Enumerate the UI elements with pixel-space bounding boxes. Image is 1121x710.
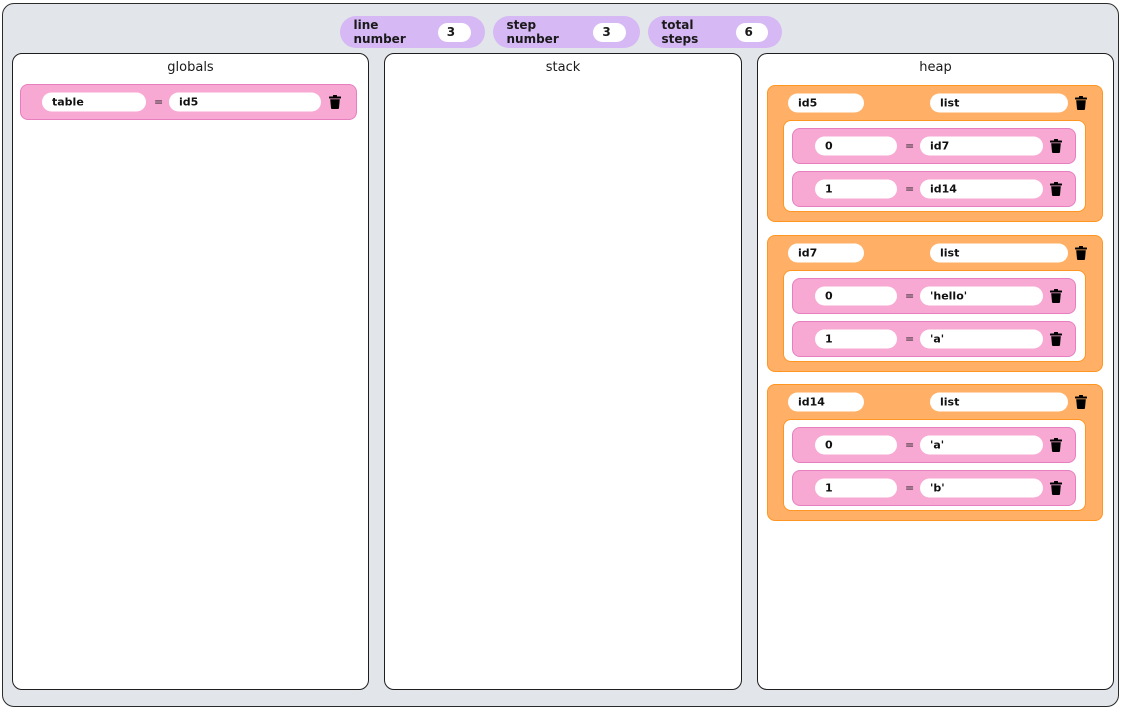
globals-title: globals bbox=[167, 60, 214, 75]
stack-panel: stack bbox=[384, 53, 742, 690]
heap-object: id14 list 0 = 'a' 1 = 'b' bbox=[767, 384, 1103, 521]
heap-object-header: id14 list bbox=[768, 385, 1102, 419]
trash-icon[interactable] bbox=[329, 95, 341, 109]
list-value-field[interactable]: id14 bbox=[920, 179, 1043, 199]
equals-sign: = bbox=[905, 139, 915, 153]
step-number-value[interactable]: 3 bbox=[593, 22, 626, 42]
heap-object-type-field[interactable]: list bbox=[930, 392, 1068, 412]
line-number-pill: line number 3 bbox=[339, 16, 485, 48]
equals-sign: = bbox=[905, 182, 915, 196]
trash-icon[interactable] bbox=[1050, 139, 1062, 153]
memory-visualizer: line number 3 step number 3 total steps … bbox=[0, 0, 1121, 710]
list-index-field[interactable]: 1 bbox=[815, 329, 897, 349]
list-item-row: 0 = id7 bbox=[792, 128, 1076, 164]
trash-icon[interactable] bbox=[1050, 289, 1062, 303]
list-value-field[interactable]: 'b' bbox=[920, 478, 1043, 498]
total-steps-value[interactable]: 6 bbox=[735, 22, 768, 42]
trash-icon[interactable] bbox=[1050, 182, 1062, 196]
equals-sign: = bbox=[905, 332, 915, 346]
heap-object-items: 0 = id7 1 = id14 bbox=[783, 120, 1086, 212]
trash-icon[interactable] bbox=[1075, 395, 1087, 409]
list-index-field[interactable]: 0 bbox=[815, 136, 897, 156]
heap-object-items: 0 = 'a' 1 = 'b' bbox=[783, 419, 1086, 511]
heap-object: id5 list 0 = id7 1 = id14 bbox=[767, 85, 1103, 222]
list-value-field[interactable]: id7 bbox=[920, 136, 1043, 156]
total-steps-label: total steps bbox=[661, 18, 699, 46]
line-number-value[interactable]: 3 bbox=[437, 22, 471, 42]
heap-object-header: id7 list bbox=[768, 236, 1102, 270]
heap-panel: heap id5 list 0 = id7 1 = id14 id7 list … bbox=[757, 53, 1114, 690]
total-steps-pill: total steps 6 bbox=[647, 16, 782, 48]
trash-icon[interactable] bbox=[1075, 96, 1087, 110]
line-number-label: line number bbox=[353, 18, 406, 46]
list-item-row: 1 = 'b' bbox=[792, 470, 1076, 506]
list-item-row: 0 = 'hello' bbox=[792, 278, 1076, 314]
list-index-field[interactable]: 0 bbox=[815, 435, 897, 455]
step-number-pill: step number 3 bbox=[492, 16, 640, 48]
list-value-field[interactable]: 'a' bbox=[920, 329, 1043, 349]
heap-object-id-field[interactable]: id7 bbox=[788, 243, 864, 263]
global-variable-row: table = id5 bbox=[20, 84, 357, 120]
trash-icon[interactable] bbox=[1050, 332, 1062, 346]
status-bar: line number 3 step number 3 total steps … bbox=[3, 16, 1118, 48]
variable-value-field[interactable]: id5 bbox=[169, 92, 321, 112]
heap-object-id-field[interactable]: id14 bbox=[788, 392, 864, 412]
list-value-field[interactable]: 'hello' bbox=[920, 286, 1043, 306]
visualizer-frame: line number 3 step number 3 total steps … bbox=[2, 3, 1119, 707]
heap-object-id-field[interactable]: id5 bbox=[788, 93, 864, 113]
equals-sign: = bbox=[905, 289, 915, 303]
equals-sign: = bbox=[154, 95, 164, 109]
heap-object-header: id5 list bbox=[768, 86, 1102, 120]
heap-object-type-field[interactable]: list bbox=[930, 243, 1068, 263]
list-index-field[interactable]: 0 bbox=[815, 286, 897, 306]
heap-object-type-field[interactable]: list bbox=[930, 93, 1068, 113]
list-index-field[interactable]: 1 bbox=[815, 179, 897, 199]
list-item-row: 1 = 'a' bbox=[792, 321, 1076, 357]
globals-panel: globals table = id5 bbox=[12, 53, 369, 690]
trash-icon[interactable] bbox=[1050, 481, 1062, 495]
trash-icon[interactable] bbox=[1050, 438, 1062, 452]
list-index-field[interactable]: 1 bbox=[815, 478, 897, 498]
variable-name-field[interactable]: table bbox=[42, 92, 146, 112]
stack-title: stack bbox=[545, 60, 581, 75]
heap-object-items: 0 = 'hello' 1 = 'a' bbox=[783, 270, 1086, 362]
list-item-row: 0 = 'a' bbox=[792, 427, 1076, 463]
list-item-row: 1 = id14 bbox=[792, 171, 1076, 207]
heap-object: id7 list 0 = 'hello' 1 = 'a' bbox=[767, 235, 1103, 372]
step-number-label: step number bbox=[506, 18, 559, 46]
equals-sign: = bbox=[905, 481, 915, 495]
heap-title: heap bbox=[919, 60, 952, 75]
list-value-field[interactable]: 'a' bbox=[920, 435, 1043, 455]
trash-icon[interactable] bbox=[1075, 246, 1087, 260]
equals-sign: = bbox=[905, 438, 915, 452]
